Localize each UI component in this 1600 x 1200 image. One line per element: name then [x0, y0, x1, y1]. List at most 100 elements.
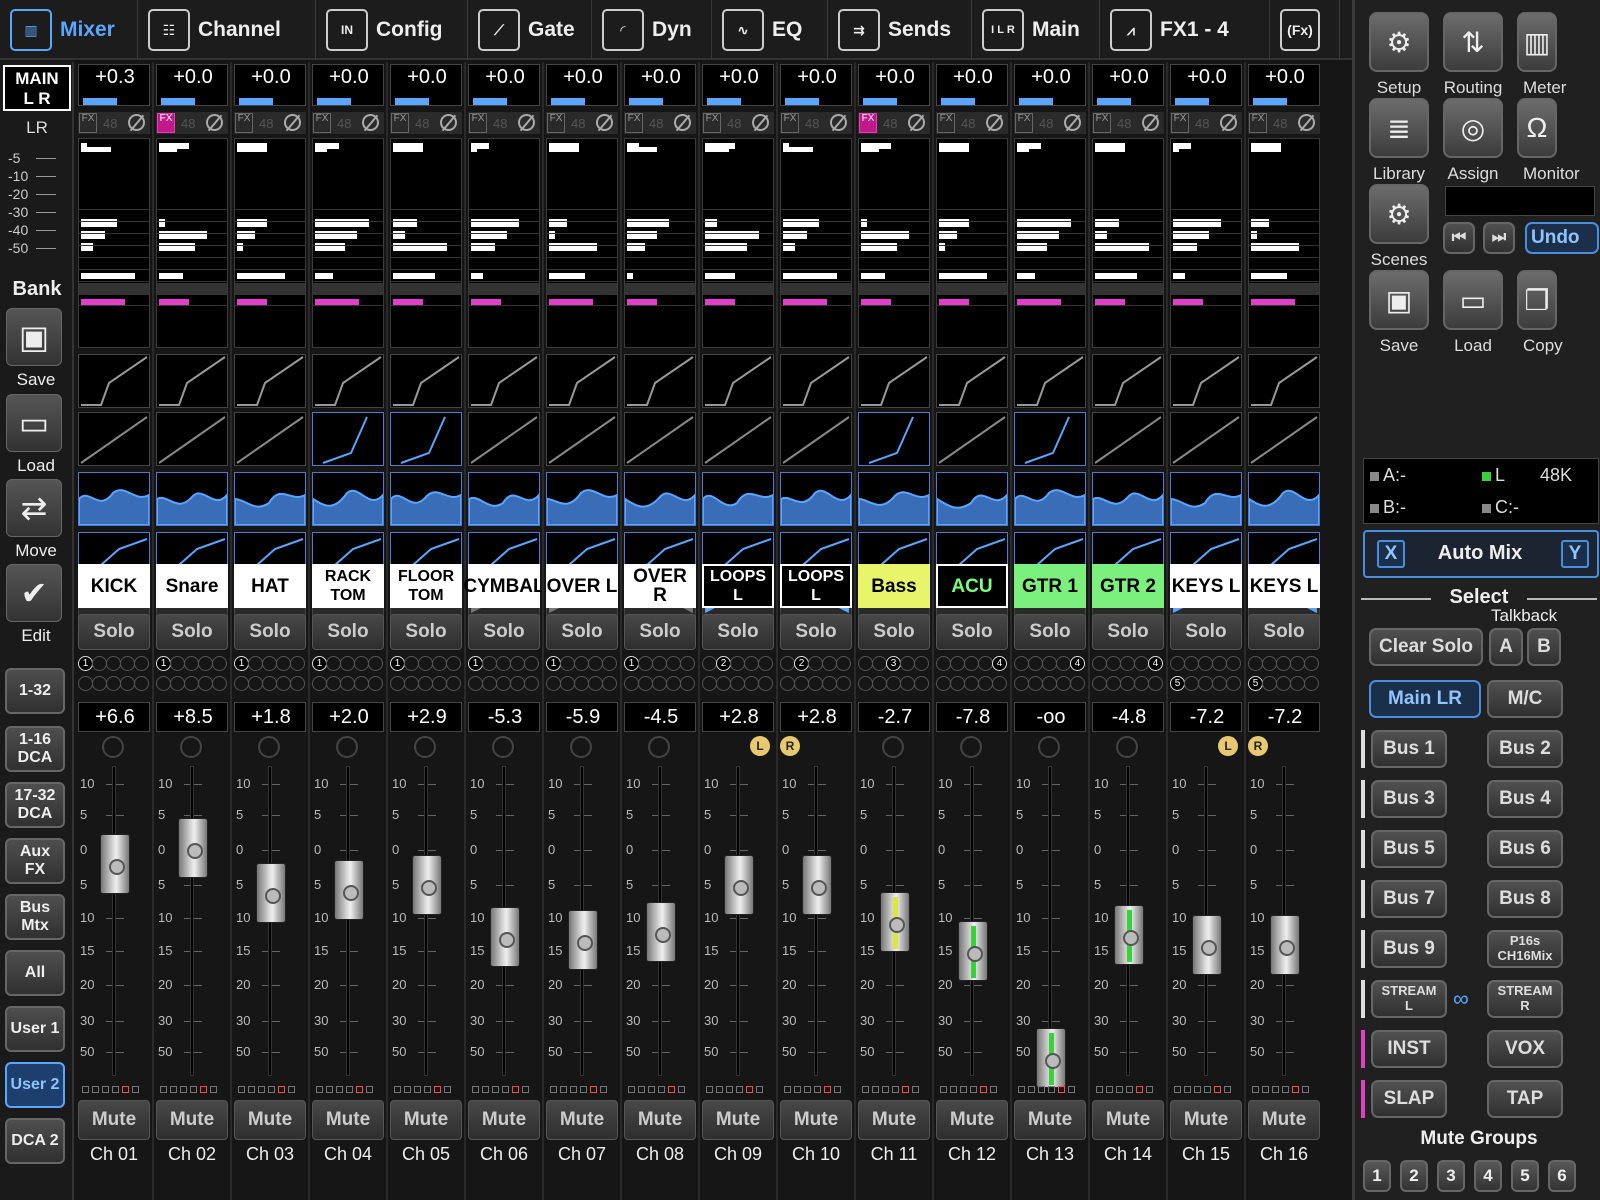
mute-button[interactable]: Mute [624, 1100, 696, 1140]
talkback-a-button[interactable]: A [1489, 628, 1523, 666]
save-button[interactable]: ▣ [1369, 270, 1429, 330]
group-dot[interactable] [198, 656, 213, 671]
bus-bus-9-button[interactable]: Bus 9 [1371, 930, 1447, 968]
phantom-48v[interactable]: 48 [1039, 116, 1053, 131]
gain-display[interactable]: +0.0 [312, 64, 384, 106]
gate-thumbnail[interactable] [312, 354, 384, 408]
mute-button[interactable]: Mute [156, 1100, 228, 1140]
group-dot[interactable]: 4 [992, 656, 1007, 671]
group-dot[interactable] [354, 656, 369, 671]
gate-thumbnail[interactable] [234, 354, 306, 408]
mute-button[interactable]: Mute [1248, 1100, 1320, 1140]
fx-toggle[interactable]: FX [547, 113, 565, 133]
group-dot[interactable] [1028, 676, 1043, 691]
group-dot[interactable] [900, 656, 915, 671]
meter-button[interactable]: ▥ [1517, 12, 1557, 72]
scene-name-field[interactable] [1445, 186, 1595, 216]
phantom-48v[interactable]: 48 [571, 116, 585, 131]
group-dot[interactable] [120, 676, 135, 691]
eq-thumbnail[interactable] [234, 472, 306, 526]
dynamics-thumbnail[interactable] [858, 412, 930, 466]
phantom-48v[interactable]: 48 [1195, 116, 1209, 131]
load-button[interactable]: ▭ [6, 394, 62, 452]
tab-config[interactable]: IN Config [316, 0, 468, 60]
group-dot[interactable] [1212, 656, 1227, 671]
channel-name[interactable]: HAT [234, 564, 306, 608]
group-dot[interactable] [404, 656, 419, 671]
mute-group-2-button[interactable]: 2 [1400, 1160, 1428, 1192]
group-dot[interactable] [1014, 676, 1029, 691]
channel-fader[interactable] [1114, 905, 1144, 965]
phase-icon[interactable] [362, 114, 379, 131]
channel-fader[interactable] [256, 863, 286, 923]
group-dot[interactable]: 1 [546, 656, 561, 671]
group-dot[interactable] [184, 656, 199, 671]
group-dot[interactable] [950, 676, 965, 691]
dynamics-thumbnail[interactable] [390, 412, 462, 466]
group-dot[interactable] [1212, 676, 1227, 691]
group-dot[interactable] [1170, 656, 1185, 671]
bus-bus-1-button[interactable]: Bus 1 [1371, 730, 1447, 768]
fx-toggle[interactable]: FX [157, 113, 175, 133]
group-dot[interactable] [312, 676, 327, 691]
solo-button[interactable]: Solo [546, 614, 618, 650]
gain-display[interactable]: +0.0 [468, 64, 540, 106]
tab-fx1-4[interactable]: ⩘ FX1 - 4 [1100, 0, 1270, 60]
mute-button[interactable]: Mute [468, 1100, 540, 1140]
gate-thumbnail[interactable] [780, 354, 852, 408]
fx-toggle[interactable]: FX [391, 113, 409, 133]
stereo-link-badge[interactable]: L [1218, 736, 1238, 756]
mute-group-3-button[interactable]: 3 [1437, 1160, 1465, 1192]
bank-user-1[interactable]: User 1 [5, 1006, 65, 1052]
fx-toggle[interactable]: FX [859, 113, 877, 133]
group-dot[interactable] [290, 656, 305, 671]
dynamics-thumbnail[interactable] [1170, 412, 1242, 466]
solo-button[interactable]: Solo [78, 614, 150, 650]
group-dot[interactable] [524, 656, 539, 671]
bus-slap-button[interactable]: SLAP [1371, 1080, 1447, 1118]
assign-button[interactable]: ◎ [1443, 98, 1503, 158]
group-dot[interactable] [666, 676, 681, 691]
fx-toggle[interactable]: FX [1093, 113, 1111, 133]
solo-button[interactable]: Solo [858, 614, 930, 650]
stereo-link-badge[interactable]: R [1248, 736, 1268, 756]
eq-thumbnail[interactable] [1014, 472, 1086, 526]
group-dot[interactable] [1304, 676, 1319, 691]
group-dot[interactable]: 5 [1248, 676, 1263, 691]
group-dot[interactable] [1290, 656, 1305, 671]
scenes-button[interactable]: ⚙ [1369, 184, 1429, 244]
group-dot[interactable] [1184, 676, 1199, 691]
group-dot[interactable] [432, 656, 447, 671]
eq-thumbnail[interactable] [858, 472, 930, 526]
mute-button[interactable]: Mute [312, 1100, 384, 1140]
group-dot[interactable] [886, 676, 901, 691]
channel-name[interactable]: FLOOR TOM [390, 564, 462, 608]
solo-button[interactable]: Solo [1014, 614, 1086, 650]
gate-thumbnail[interactable] [1092, 354, 1164, 408]
setup-button[interactable]: ⚙ [1369, 12, 1429, 72]
group-dot[interactable] [730, 656, 745, 671]
group-dot[interactable] [638, 676, 653, 691]
solo-button[interactable]: Solo [624, 614, 696, 650]
group-dot[interactable] [702, 656, 717, 671]
phantom-48v[interactable]: 48 [649, 116, 663, 131]
channel-name[interactable]: GTR 1 [1014, 564, 1086, 608]
group-dot[interactable]: 5 [1170, 676, 1185, 691]
group-dot[interactable] [730, 676, 745, 691]
phase-icon[interactable] [1220, 114, 1237, 131]
group-dot[interactable] [1262, 676, 1277, 691]
group-dot[interactable] [340, 656, 355, 671]
group-dot[interactable] [936, 676, 951, 691]
library-button[interactable]: ≣ [1369, 98, 1429, 158]
group-dot[interactable] [574, 656, 589, 671]
channel-name[interactable]: Snare [156, 564, 228, 608]
mute-button[interactable]: Mute [78, 1100, 150, 1140]
stream-link-icon[interactable]: ∞ [1453, 986, 1469, 1012]
eq-thumbnail[interactable] [1170, 472, 1242, 526]
phase-icon[interactable] [1064, 114, 1081, 131]
pan-knob[interactable] [960, 736, 982, 758]
routing-button[interactable]: ⇅ [1443, 12, 1503, 72]
group-dot[interactable] [170, 676, 185, 691]
pan-knob[interactable] [1116, 736, 1138, 758]
group-dot[interactable] [560, 656, 575, 671]
